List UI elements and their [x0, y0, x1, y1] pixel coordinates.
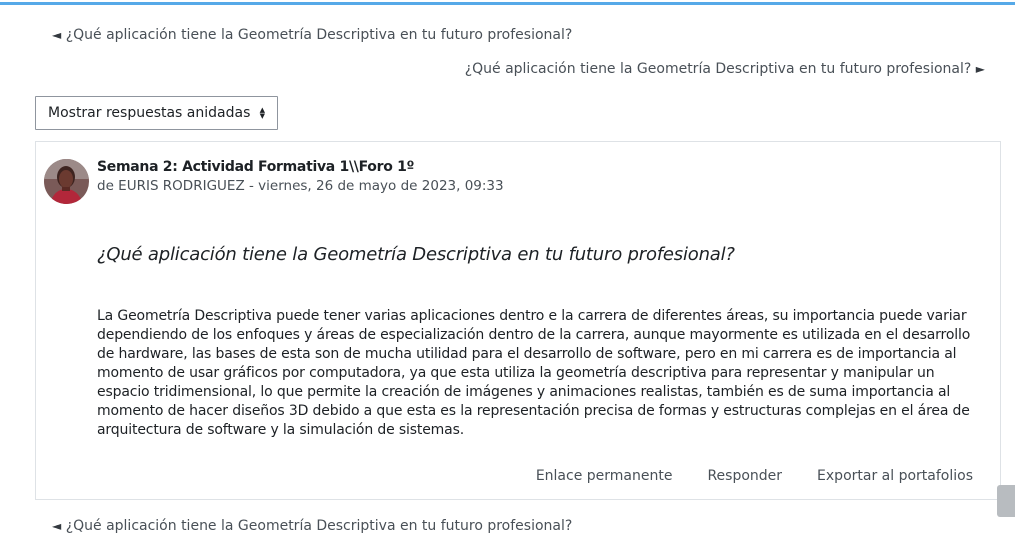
post-body: La Geometría Descriptiva puede tener var… [97, 308, 971, 438]
post-byline: de EURIS RODRIGUEZ - viernes, 26 de mayo… [97, 178, 504, 194]
next-discussion-link[interactable]: ¿Qué aplicación tiene la Geometría Descr… [465, 60, 985, 78]
left-arrow-icon: ◄ [52, 519, 62, 533]
post-date: - viernes, 26 de mayo de 2023, 09:33 [249, 178, 504, 194]
scroll-to-top-button[interactable] [997, 485, 1015, 517]
post-subject: ¿Qué aplicación tiene la Geometría Descr… [97, 244, 735, 265]
forum-post: Semana 2: Actividad Formativa 1\\Foro 1º… [35, 141, 1001, 500]
author-link[interactable]: EURIS RODRIGUEZ [118, 178, 245, 194]
by-prefix: de [97, 178, 114, 194]
post-actions: Enlace permanente Responder Exportar al … [536, 468, 973, 484]
display-mode-select[interactable]: Mostrar respuestas anidadas ▲ ▼ [35, 96, 278, 130]
avatar[interactable] [44, 159, 89, 204]
previous-discussion-label: ¿Qué aplicación tiene la Geometría Descr… [65, 518, 573, 534]
forum-discussion-page: ◄ ¿Qué aplicación tiene la Geometría Des… [0, 0, 1015, 544]
display-mode-selected: Mostrar respuestas anidadas [48, 105, 251, 121]
reply-link[interactable]: Responder [707, 468, 782, 484]
left-arrow-icon: ◄ [52, 28, 62, 42]
forum-title: Semana 2: Actividad Formativa 1\\Foro 1º [97, 159, 415, 175]
previous-discussion-label: ¿Qué aplicación tiene la Geometría Descr… [65, 27, 573, 43]
top-accent-bar [0, 2, 1015, 5]
right-arrow-icon: ► [975, 62, 985, 76]
permalink-link[interactable]: Enlace permanente [536, 468, 673, 484]
previous-discussion-link-top[interactable]: ◄ ¿Qué aplicación tiene la Geometría Des… [52, 26, 572, 44]
select-caret-icon: ▲ ▼ [259, 106, 265, 120]
export-portfolio-link[interactable]: Exportar al portafolios [817, 468, 973, 484]
next-discussion-label: ¿Qué aplicación tiene la Geometría Descr… [464, 61, 972, 77]
previous-discussion-link-bottom[interactable]: ◄ ¿Qué aplicación tiene la Geometría Des… [52, 517, 572, 535]
